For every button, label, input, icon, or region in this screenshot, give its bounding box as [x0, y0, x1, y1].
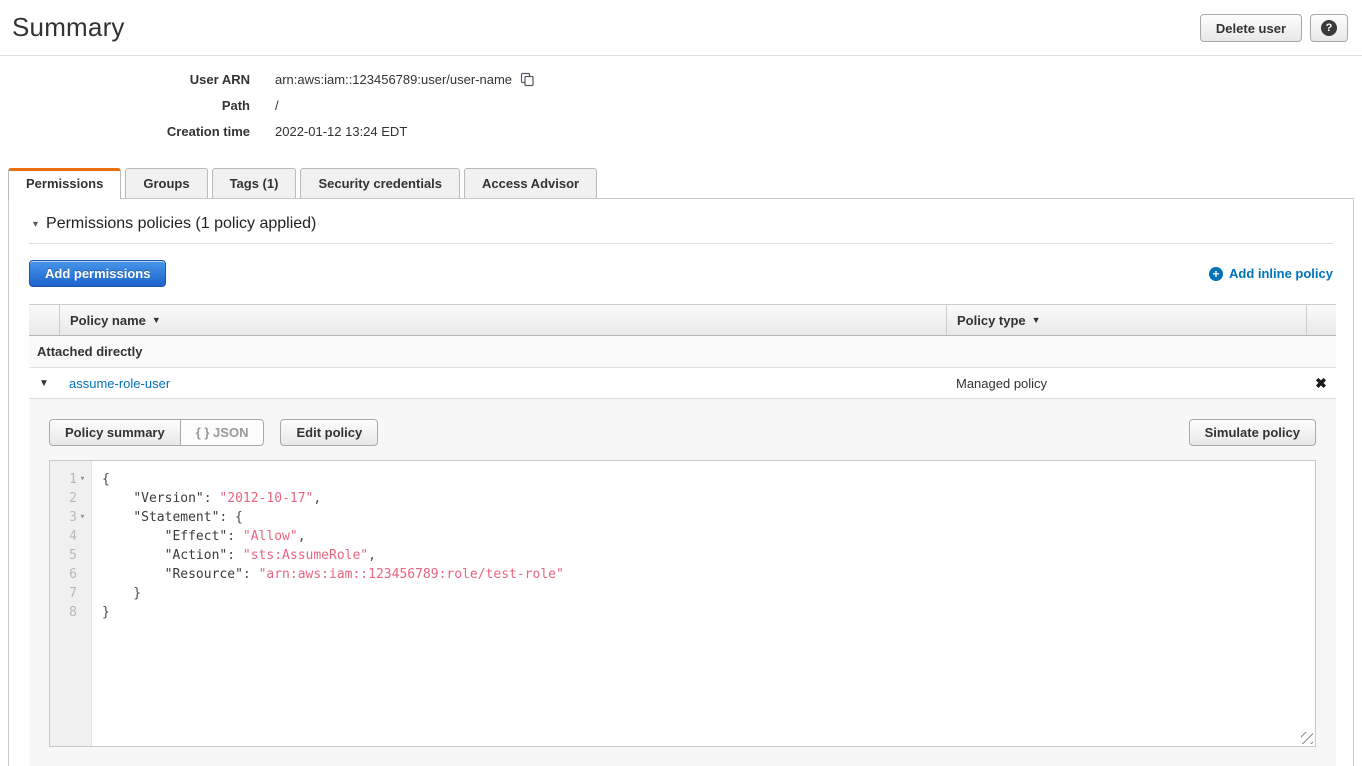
creation-time-value: 2022-01-12 13:24 EDT: [275, 124, 407, 139]
permissions-tab-panel: ▾ Permissions policies (1 policy applied…: [8, 198, 1354, 766]
gutter-line-number: 2: [50, 489, 91, 508]
help-button[interactable]: ?: [1310, 14, 1348, 42]
user-info-section: User ARN arn:aws:iam::123456789:user/use…: [0, 56, 1362, 154]
json-view-button[interactable]: { } JSON: [180, 419, 265, 446]
json-editor-gutter: 1▾23▾45678: [50, 461, 92, 746]
sort-caret-icon: ▼: [152, 315, 161, 325]
page-header: Summary Delete user ?: [0, 0, 1362, 56]
policy-name-link[interactable]: assume-role-user: [69, 376, 170, 391]
simulate-policy-button[interactable]: Simulate policy: [1189, 419, 1316, 446]
gutter-line-number: 5: [50, 546, 91, 565]
code-line: "Action": "sts:AssumeRole",: [102, 546, 1315, 565]
section-collapse-caret-icon: ▾: [33, 219, 38, 230]
page-title: Summary: [12, 12, 125, 43]
code-line: "Resource": "arn:aws:iam::123456789:role…: [102, 565, 1315, 584]
detach-policy-x-icon[interactable]: ✖: [1315, 375, 1327, 392]
user-arn-value: arn:aws:iam::123456789:user/user-name: [275, 72, 512, 87]
policy-name-column-header[interactable]: Policy name ▼: [59, 305, 946, 335]
code-line: "Effect": "Allow",: [102, 527, 1315, 546]
user-arn-row: User ARN arn:aws:iam::123456789:user/use…: [0, 72, 1362, 87]
add-inline-policy-link[interactable]: + Add inline policy: [1209, 266, 1333, 281]
editor-resize-handle-icon[interactable]: [1301, 732, 1313, 744]
user-arn-label: User ARN: [0, 72, 250, 87]
json-policy-editor[interactable]: 1▾23▾45678 { "Version": "2012-10-17", "S…: [49, 460, 1316, 747]
policy-summary-button[interactable]: Policy summary: [49, 419, 181, 446]
row-expand-caret-icon[interactable]: ▼: [29, 378, 59, 389]
header-actions: Delete user ?: [1200, 12, 1348, 42]
expand-column-header: [29, 305, 59, 335]
gutter-line-number: 6: [50, 565, 91, 584]
creation-time-row: Creation time 2022-01-12 13:24 EDT: [0, 124, 1362, 139]
path-label: Path: [0, 98, 250, 113]
help-icon: ?: [1321, 20, 1337, 36]
policy-type-cell: Managed policy: [946, 376, 1306, 391]
copy-icon[interactable]: [520, 72, 535, 87]
policies-table: Policy name ▼ Policy type ▼ Attached dir…: [29, 304, 1336, 766]
code-line: "Statement": {: [102, 508, 1315, 527]
code-line: }: [102, 603, 1315, 622]
tab-permissions[interactable]: Permissions: [8, 168, 121, 199]
plus-circle-icon: +: [1209, 267, 1223, 281]
policy-table-row: ▼ assume-role-user Managed policy ✖: [29, 368, 1336, 399]
tab-bar: Permissions Groups Tags (1) Security cre…: [0, 154, 1362, 198]
code-line: {: [102, 470, 1315, 489]
path-value: /: [275, 98, 279, 113]
attached-directly-group-row: Attached directly: [29, 336, 1336, 368]
section-divider: [29, 243, 1333, 244]
tab-security-credentials[interactable]: Security credentials: [300, 168, 460, 198]
policy-actions-row: Add permissions + Add inline policy: [29, 260, 1333, 287]
gutter-line-number: 4: [50, 527, 91, 546]
edit-policy-button[interactable]: Edit policy: [280, 419, 378, 446]
gutter-line-number[interactable]: 1▾: [50, 470, 91, 489]
json-editor-lines[interactable]: { "Version": "2012-10-17", "Statement": …: [92, 461, 1315, 746]
delete-user-button[interactable]: Delete user: [1200, 14, 1302, 42]
tab-access-advisor[interactable]: Access Advisor: [464, 168, 597, 198]
policies-table-header: Policy name ▼ Policy type ▼: [29, 304, 1336, 336]
tab-tags[interactable]: Tags (1): [212, 168, 297, 198]
creation-time-label: Creation time: [0, 124, 250, 139]
tab-groups[interactable]: Groups: [125, 168, 207, 198]
add-permissions-button[interactable]: Add permissions: [29, 260, 166, 287]
fold-caret-icon[interactable]: ▾: [77, 508, 88, 527]
fold-caret-icon[interactable]: ▾: [77, 470, 88, 489]
policy-detail-panel: Policy summary { } JSON Edit policy Simu…: [29, 399, 1336, 766]
gutter-line-number: 7: [50, 584, 91, 603]
code-line: }: [102, 584, 1315, 603]
path-row: Path /: [0, 98, 1362, 113]
gutter-line-number: 8: [50, 603, 91, 622]
gutter-line-number[interactable]: 3▾: [50, 508, 91, 527]
section-title: Permissions policies (1 policy applied): [46, 215, 316, 233]
sort-caret-icon: ▼: [1032, 315, 1041, 325]
policy-detail-actions: Policy summary { } JSON Edit policy Simu…: [49, 419, 1316, 446]
code-line: "Version": "2012-10-17",: [102, 489, 1315, 508]
permissions-policies-section-toggle[interactable]: ▾ Permissions policies (1 policy applied…: [29, 215, 1333, 233]
actions-column-header: [1306, 305, 1336, 335]
policy-type-column-header[interactable]: Policy type ▼: [946, 305, 1306, 335]
